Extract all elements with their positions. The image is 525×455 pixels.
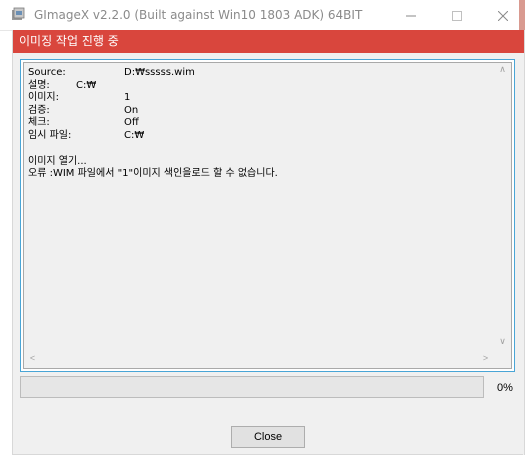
progress-dialog: 이미징 작업 진행 중 Source: D:₩sssss.wim 설명: C:₩… xyxy=(12,30,525,455)
chevron-right-icon[interactable]: > xyxy=(477,353,494,363)
minimize-icon xyxy=(406,15,416,17)
field-label: 검증: xyxy=(28,104,50,116)
field-value: C:₩ xyxy=(76,79,97,91)
app-icon xyxy=(12,7,25,20)
field-value: On xyxy=(124,104,139,116)
close-icon xyxy=(497,10,509,22)
title-bar: GImageX v2.2.0 (Built against Win10 1803… xyxy=(0,0,525,31)
log-error-message: 오류 :WIM 파일에서 "1"이미지 색인을로드 할 수 없습니다. xyxy=(28,168,278,180)
field-label: Source: xyxy=(28,67,66,78)
field-value: C:₩ xyxy=(124,129,145,141)
window-title: GImageX v2.2.0 (Built against Win10 1803… xyxy=(34,8,363,22)
log-field-check: 체크: Off xyxy=(28,117,498,130)
chevron-left-icon[interactable]: < xyxy=(24,353,41,363)
field-value: 1 xyxy=(124,92,131,104)
log-field-source: Source: D:₩sssss.wim xyxy=(28,67,498,80)
close-button[interactable]: Close xyxy=(231,426,305,448)
log-frame: Source: D:₩sssss.wim 설명: C:₩ 이미지: 1 검증: … xyxy=(20,59,515,372)
log-field-image: 이미지: 1 xyxy=(28,92,498,105)
scrollbar-corner xyxy=(494,351,511,368)
chevron-up-icon[interactable]: ∧ xyxy=(494,64,511,75)
field-label: 설명: xyxy=(28,79,50,91)
log-content: Source: D:₩sssss.wim 설명: C:₩ 이미지: 1 검증: … xyxy=(28,67,498,181)
dialog-header: 이미징 작업 진행 중 xyxy=(13,30,524,53)
progress-bar xyxy=(20,376,484,398)
log-spacer xyxy=(28,143,498,156)
field-label: 체크: xyxy=(28,117,50,129)
field-value: Off xyxy=(124,117,139,129)
log-message: 이미지 열기... xyxy=(28,155,87,167)
log-field-description: 설명: C:₩ xyxy=(28,80,498,93)
window-edge xyxy=(519,0,525,30)
field-value: D:₩sssss.wim xyxy=(124,67,195,78)
maximize-button[interactable] xyxy=(434,0,480,30)
vertical-scrollbar[interactable]: ∧ ∨ xyxy=(494,63,511,351)
log-textbox[interactable]: Source: D:₩sssss.wim 설명: C:₩ 이미지: 1 검증: … xyxy=(23,62,512,369)
maximize-icon xyxy=(452,11,462,22)
field-label: 이미지: xyxy=(28,92,59,104)
progress-percent: 0% xyxy=(497,382,513,394)
horizontal-scrollbar[interactable]: < > xyxy=(24,351,494,368)
chevron-down-icon[interactable]: ∨ xyxy=(494,336,511,347)
log-field-verify: 검증: On xyxy=(28,105,498,118)
field-label: 임시 파일: xyxy=(28,129,72,141)
log-field-temp-file: 임시 파일: C:₩ xyxy=(28,130,498,143)
minimize-button[interactable] xyxy=(388,0,434,30)
